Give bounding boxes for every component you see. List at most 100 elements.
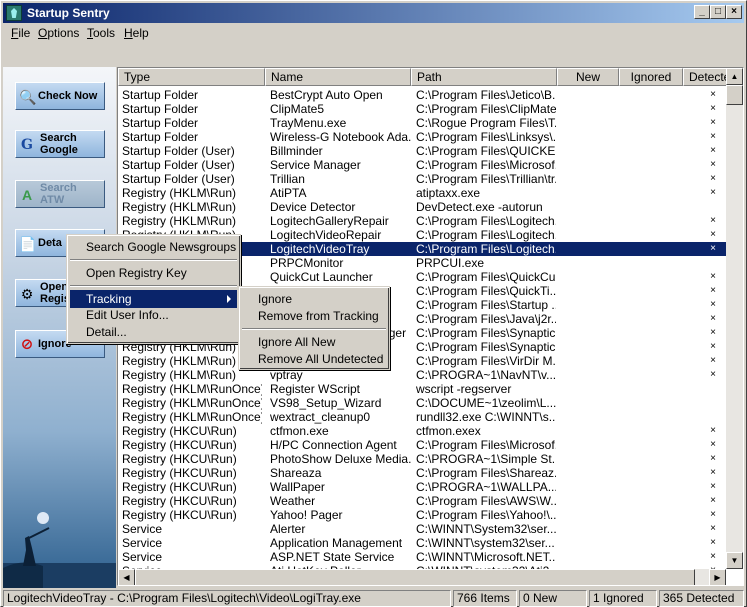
- cell-detected: ×: [710, 439, 716, 450]
- cell-detected: ×: [710, 159, 716, 170]
- submenu-remove-all-undetected[interactable]: Remove All Undetected: [242, 350, 386, 368]
- cell-detected: ×: [710, 341, 716, 352]
- table-row[interactable]: Startup Folder TrayMenu.exe C:\Rogue Progr…: [118, 116, 726, 130]
- table-row[interactable]: Service ASP.NET State Service C:\WINNT\Mic…: [118, 550, 726, 564]
- cell-type: Registry (HKCU\Run): [122, 438, 237, 452]
- table-row[interactable]: Registry (HKLM\Run)VirDir ManagerC:\Prog…: [118, 354, 726, 368]
- horizontal-scroll-thumb[interactable]: [135, 569, 695, 585]
- vertical-scroll-thumb[interactable]: [726, 85, 743, 105]
- column-header-type[interactable]: Type: [118, 68, 265, 86]
- table-row[interactable]: Startup Folder (User) Billminder C:\Progra…: [118, 144, 726, 158]
- table-row[interactable]: Registry (HKCU\Run) ctfmon.exe ctfmon.exex…: [118, 424, 726, 438]
- table-row[interactable]: Service Alerter C:\WINNT\System32\ser... ×: [118, 522, 726, 536]
- cell-type: Startup Folder: [122, 116, 199, 130]
- table-row[interactable]: Startup Folder (User) Trillian C:\Program …: [118, 172, 726, 186]
- table-row[interactable]: Startup Folder Wireless-G Notebook Ada...…: [118, 130, 726, 144]
- cell-detected: ×: [710, 551, 716, 562]
- column-header-ignored[interactable]: Ignored: [619, 68, 683, 86]
- cell-name: LogitechGalleryRepair: [270, 214, 389, 228]
- table-row[interactable]: Registry (HKLM\Run) LogitechGalleryRepair…: [118, 214, 726, 228]
- cell-name: AtiPTA: [270, 186, 307, 200]
- cell-detected: ×: [710, 117, 716, 128]
- app-logo-icon: [6, 5, 22, 21]
- cell-name: Weather: [270, 494, 316, 508]
- table-row[interactable]: Service Application Management C:\WINNT\sy…: [118, 536, 726, 550]
- table-row[interactable]: Registry (HKLM\RunOnce) VS98_Setup_Wizard…: [118, 396, 726, 410]
- table-row[interactable]: Registry (HKLM\RunOnce) Register WScript w…: [118, 382, 726, 396]
- column-header-name[interactable]: Name: [265, 68, 411, 86]
- cell-detected: ×: [710, 355, 716, 366]
- cell-type: Startup Folder (User): [122, 158, 235, 172]
- menu-tools[interactable]: Tools: [87, 26, 115, 40]
- cell-name: WallPaper: [270, 480, 325, 494]
- menu-help[interactable]: Help: [124, 26, 149, 40]
- close-button[interactable]: ×: [726, 5, 742, 19]
- menu-file[interactable]: File: [11, 26, 30, 40]
- column-header-new[interactable]: New: [557, 68, 619, 86]
- table-row[interactable]: Registry (HKCU\Run) WallPaper C:\PROGRA~1\…: [118, 480, 726, 494]
- table-row[interactable]: Registry (HKCU\Run) PhotoShow Deluxe Medi…: [118, 452, 726, 466]
- menu-detail[interactable]: Detail...: [70, 323, 237, 341]
- menu-search-google-newsgroups[interactable]: Search Google Newsgroups: [70, 238, 237, 256]
- cell-name: Yahoo! Pager: [270, 508, 343, 522]
- cell-detected: ×: [710, 537, 716, 548]
- cell-path: C:\Program Files\Synaptic...: [416, 326, 556, 340]
- table-row[interactable]: Registry (HKCU\Run) Yahoo! Pager C:\Progra…: [118, 508, 726, 522]
- column-header-path[interactable]: Path: [411, 68, 557, 86]
- scroll-up-button[interactable]: ▲: [726, 68, 743, 85]
- status-new-count: 0 New: [519, 590, 587, 607]
- cell-detected: ×: [710, 495, 716, 506]
- title-bar[interactable]: Startup Sentry _ □ ×: [3, 3, 744, 23]
- vertical-scrollbar[interactable]: ▲ ▼: [726, 68, 743, 569]
- cell-name: LogitechVideoTray: [270, 242, 370, 256]
- cell-path: C:\Program Files\Jetico\B...: [416, 88, 556, 102]
- table-row[interactable]: Registry (HKCU\Run) H/PC Connection Agent…: [118, 438, 726, 452]
- cell-name: QuickCut Launcher: [270, 270, 373, 284]
- cell-detected: ×: [710, 523, 716, 534]
- cell-name: vptray: [270, 368, 303, 382]
- table-row[interactable]: Registry (HKLM\Run) AtiPTA atiptaxx.exe ×: [118, 186, 726, 200]
- menu-open-registry-key[interactable]: Open Registry Key: [70, 264, 237, 282]
- minimize-button[interactable]: _: [694, 5, 710, 19]
- submenu-remove-from-tracking[interactable]: Remove from Tracking: [242, 307, 386, 325]
- cell-path: C:\WINNT\System32\ser...: [416, 522, 556, 536]
- cell-path: C:\Program Files\AWS\W...: [416, 494, 556, 508]
- table-row[interactable]: Registry (HKCU\Run) Weather C:\Program Fil…: [118, 494, 726, 508]
- cell-type: Service: [122, 550, 163, 564]
- table-row[interactable]: Registry (HKLM\Run) Device Detector DevDet…: [118, 200, 726, 214]
- cell-detected: ×: [710, 173, 716, 184]
- scroll-right-button[interactable]: ▶: [709, 569, 726, 585]
- search-google-button[interactable]: G Search Google: [15, 130, 105, 158]
- cell-type: Startup Folder: [122, 102, 199, 116]
- scroll-down-button[interactable]: ▼: [726, 552, 743, 569]
- table-row[interactable]: Startup Folder BestCrypt Auto Open C:\Prog…: [118, 88, 726, 102]
- search-atw-button[interactable]: A Search ATW: [15, 180, 105, 208]
- check-now-button[interactable]: 🔍 Check Now: [15, 82, 105, 110]
- table-row[interactable]: Registry (HKCU\Run) Shareaza C:\Program Fi…: [118, 466, 726, 480]
- menu-options[interactable]: Options: [38, 26, 79, 40]
- cell-name: Trillian: [270, 172, 305, 186]
- cell-type: Registry (HKLM\Run): [122, 214, 237, 228]
- menu-edit-user-info[interactable]: Edit User Info...: [70, 306, 237, 324]
- menu-separator: [242, 328, 386, 330]
- cell-path: atiptaxx.exe: [416, 186, 481, 200]
- maximize-button[interactable]: □: [710, 5, 726, 19]
- status-item-count: 766 Items: [453, 590, 517, 607]
- table-row[interactable]: Startup Folder (User) Service Manager C:\P…: [118, 158, 726, 172]
- table-row[interactable]: Registry (HKLM\RunOnce) wextract_cleanup0…: [118, 410, 726, 424]
- submenu-ignore[interactable]: Ignore: [242, 290, 386, 308]
- cell-type: Registry (HKCU\Run): [122, 424, 237, 438]
- cell-detected: ×: [710, 145, 716, 156]
- cell-path: C:\Program Files\Logitech...: [416, 242, 556, 256]
- tracking-submenu: Ignore Remove from Tracking Ignore All N…: [238, 286, 390, 370]
- horizontal-scrollbar[interactable]: ◀ ▶: [118, 569, 726, 585]
- cell-type: Registry (HKCU\Run): [122, 480, 237, 494]
- submenu-ignore-all-new[interactable]: Ignore All New: [242, 333, 386, 351]
- scroll-left-button[interactable]: ◀: [118, 569, 135, 585]
- app-window: Startup Sentry _ □ × File Options Tools …: [0, 0, 747, 607]
- cell-detected: ×: [710, 425, 716, 436]
- details-icon: 📄: [19, 236, 37, 252]
- cell-path: C:\Program Files\ClipMate...: [416, 102, 556, 116]
- table-row[interactable]: Registry (HKLM\Run) vptray C:\PROGRA~1\Nav…: [118, 368, 726, 382]
- table-row[interactable]: Startup Folder ClipMate5 C:\Program Files\…: [118, 102, 726, 116]
